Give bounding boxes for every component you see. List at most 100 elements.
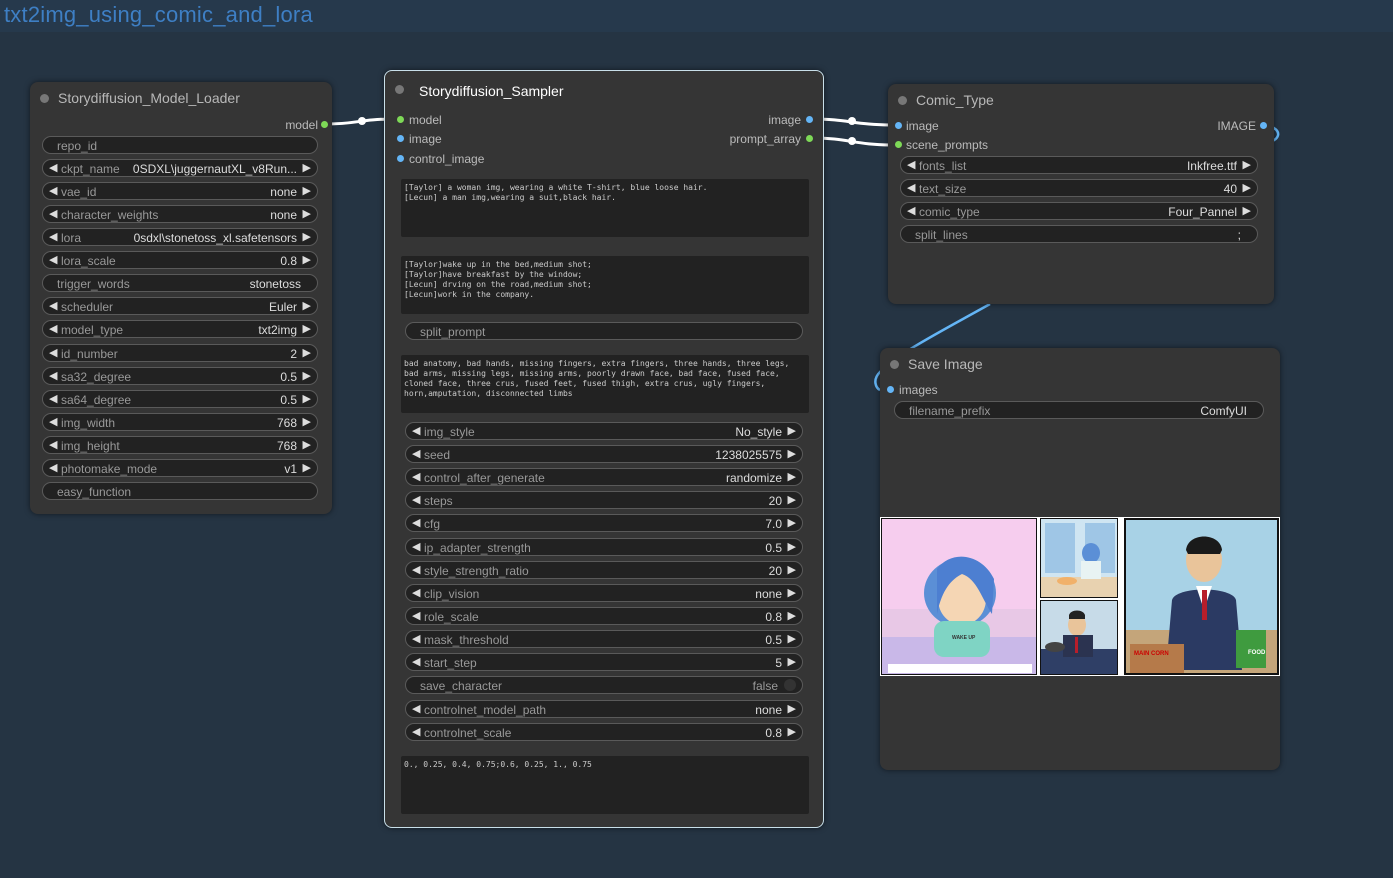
decrement-arrow-icon[interactable]: ◀ (49, 207, 57, 220)
model-loader-node[interactable]: Storydiffusion_Model_Loader model repo_i… (30, 82, 332, 514)
increment-arrow-icon[interactable]: ▶ (788, 540, 796, 553)
decrement-arrow-icon[interactable]: ◀ (412, 424, 420, 437)
decrement-arrow-icon[interactable]: ◀ (49, 253, 57, 266)
widget-easy-function[interactable]: easy_function (42, 482, 318, 500)
decrement-arrow-icon[interactable]: ◀ (412, 655, 420, 668)
input-slot-model[interactable]: model (397, 113, 442, 127)
increment-arrow-icon[interactable]: ▶ (303, 322, 311, 335)
decrement-arrow-icon[interactable]: ◀ (412, 609, 420, 622)
increment-arrow-icon[interactable]: ▶ (788, 563, 796, 576)
decrement-arrow-icon[interactable]: ◀ (412, 702, 420, 715)
widget-comic-type[interactable]: ◀ comic_type Four_Pannel ▶ (900, 202, 1258, 220)
increment-arrow-icon[interactable]: ▶ (788, 586, 796, 599)
model-slot-dot-icon[interactable] (321, 121, 328, 128)
increment-arrow-icon[interactable]: ▶ (788, 655, 796, 668)
widget-img-style[interactable]: ◀ img_style No_style ▶ (405, 422, 803, 440)
widget-start-step[interactable]: ◀ start_step 5 ▶ (405, 653, 803, 671)
save-image-header[interactable]: Save Image (880, 348, 1280, 378)
increment-arrow-icon[interactable]: ▶ (303, 230, 311, 243)
widget-steps[interactable]: ◀ steps 20 ▶ (405, 491, 803, 509)
collapse-dot-icon[interactable] (890, 360, 899, 369)
layout-textarea[interactable]: 0., 0.25, 0.4, 0.75;0.6, 0.25, 1., 0.75 (401, 756, 809, 814)
decrement-arrow-icon[interactable]: ◀ (49, 346, 57, 359)
increment-arrow-icon[interactable]: ▶ (788, 516, 796, 529)
widget-scheduler[interactable]: ◀ scheduler Euler ▶ (42, 297, 318, 315)
widget-text-size[interactable]: ◀ text_size 40 ▶ (900, 179, 1258, 197)
widget-controlnet-model-path[interactable]: ◀ controlnet_model_path none ▶ (405, 700, 803, 718)
increment-arrow-icon[interactable]: ▶ (303, 438, 311, 451)
increment-arrow-icon[interactable]: ▶ (303, 346, 311, 359)
widget-clip-vision[interactable]: ◀ clip_vision none ▶ (405, 584, 803, 602)
decrement-arrow-icon[interactable]: ◀ (49, 369, 57, 382)
widget-control-after-generate[interactable]: ◀ control_after_generate randomize ▶ (405, 468, 803, 486)
widget-split-lines[interactable]: split_lines ; (900, 225, 1258, 243)
input-slot-scene-prompts[interactable]: scene_prompts (895, 138, 988, 152)
input-slot-image[interactable]: image (397, 132, 442, 146)
widget-style-strength-ratio[interactable]: ◀ style_strength_ratio 20 ▶ (405, 561, 803, 579)
decrement-arrow-icon[interactable]: ◀ (412, 447, 420, 460)
decrement-arrow-icon[interactable]: ◀ (49, 161, 57, 174)
increment-arrow-icon[interactable]: ▶ (303, 161, 311, 174)
widget-trigger-words[interactable]: trigger_words stonetoss (42, 274, 318, 292)
widget-sa64-degree[interactable]: ◀ sa64_degree 0.5 ▶ (42, 390, 318, 408)
image-slot-dot-icon[interactable] (895, 122, 902, 129)
increment-arrow-icon[interactable]: ▶ (788, 493, 796, 506)
decrement-arrow-icon[interactable]: ◀ (49, 322, 57, 335)
decrement-arrow-icon[interactable]: ◀ (907, 158, 915, 171)
decrement-arrow-icon[interactable]: ◀ (412, 725, 420, 738)
comic-type-node[interactable]: Comic_Type image scene_prompts IMAGE ◀ f… (888, 84, 1274, 304)
increment-arrow-icon[interactable]: ▶ (303, 461, 311, 474)
collapse-dot-icon[interactable] (898, 96, 907, 105)
collapse-dot-icon[interactable] (395, 85, 404, 94)
widget-lora[interactable]: ◀ lora 0sdxl\stonetoss_xl.safetensors ▶ (42, 228, 318, 246)
group-title[interactable]: txt2img_using_comic_and_lora (4, 0, 313, 30)
output-slot-model[interactable]: model (285, 118, 328, 132)
widget-fonts-list[interactable]: ◀ fonts_list Inkfree.ttf ▶ (900, 156, 1258, 174)
widget-split-prompt[interactable]: split_prompt (405, 322, 803, 340)
widget-filename-prefix[interactable]: filename_prefix ComfyUI (894, 401, 1264, 419)
widget-img-width[interactable]: ◀ img_width 768 ▶ (42, 413, 318, 431)
decrement-arrow-icon[interactable]: ◀ (907, 181, 915, 194)
image-slot-dot-icon[interactable] (887, 386, 894, 393)
decrement-arrow-icon[interactable]: ◀ (412, 563, 420, 576)
increment-arrow-icon[interactable]: ▶ (303, 299, 311, 312)
increment-arrow-icon[interactable]: ▶ (303, 392, 311, 405)
decrement-arrow-icon[interactable]: ◀ (907, 204, 915, 217)
decrement-arrow-icon[interactable]: ◀ (412, 470, 420, 483)
decrement-arrow-icon[interactable]: ◀ (49, 438, 57, 451)
decrement-arrow-icon[interactable]: ◀ (49, 392, 57, 405)
increment-arrow-icon[interactable]: ▶ (1243, 181, 1251, 194)
increment-arrow-icon[interactable]: ▶ (788, 470, 796, 483)
increment-arrow-icon[interactable]: ▶ (788, 424, 796, 437)
toggle-switch[interactable] (784, 679, 796, 691)
image-slot-dot-icon[interactable] (1260, 122, 1267, 129)
widget-ip-adapter-strength[interactable]: ◀ ip_adapter_strength 0.5 ▶ (405, 538, 803, 556)
widget-mask-threshold[interactable]: ◀ mask_threshold 0.5 ▶ (405, 630, 803, 648)
sampler-node[interactable]: Storydiffusion_Sampler model image contr… (384, 70, 824, 828)
widget-seed[interactable]: ◀ seed 1238025575 ▶ (405, 445, 803, 463)
model-loader-header[interactable]: Storydiffusion_Model_Loader (30, 82, 332, 112)
decrement-arrow-icon[interactable]: ◀ (412, 632, 420, 645)
widget-save-character[interactable]: save_character false (405, 676, 803, 694)
negative-prompt-textarea[interactable]: bad anatomy, bad hands, missing fingers,… (401, 355, 809, 413)
image-slot-dot-icon[interactable] (397, 155, 404, 162)
increment-arrow-icon[interactable]: ▶ (788, 447, 796, 460)
increment-arrow-icon[interactable]: ▶ (1243, 204, 1251, 217)
decrement-arrow-icon[interactable]: ◀ (49, 299, 57, 312)
output-slot-image[interactable]: IMAGE (1217, 119, 1267, 133)
decrement-arrow-icon[interactable]: ◀ (49, 184, 57, 197)
widget-lora-scale[interactable]: ◀ lora_scale 0.8 ▶ (42, 251, 318, 269)
widget-photomake-mode[interactable]: ◀ photomake_mode v1 ▶ (42, 459, 318, 477)
increment-arrow-icon[interactable]: ▶ (303, 415, 311, 428)
widget-sa32-degree[interactable]: ◀ sa32_degree 0.5 ▶ (42, 367, 318, 385)
comic-preview-image[interactable]: WAKE UP MAIN CORN FOOD (880, 517, 1280, 676)
decrement-arrow-icon[interactable]: ◀ (49, 230, 57, 243)
widget-character-weights[interactable]: ◀ character_weights none ▶ (42, 205, 318, 223)
widget-role-scale[interactable]: ◀ role_scale 0.8 ▶ (405, 607, 803, 625)
increment-arrow-icon[interactable]: ▶ (788, 609, 796, 622)
increment-arrow-icon[interactable]: ▶ (788, 632, 796, 645)
decrement-arrow-icon[interactable]: ◀ (412, 516, 420, 529)
model-slot-dot-icon[interactable] (397, 116, 404, 123)
widget-ckpt-name[interactable]: ◀ ckpt_name 0SDXL\juggernautXL_v8Run... … (42, 159, 318, 177)
decrement-arrow-icon[interactable]: ◀ (412, 493, 420, 506)
